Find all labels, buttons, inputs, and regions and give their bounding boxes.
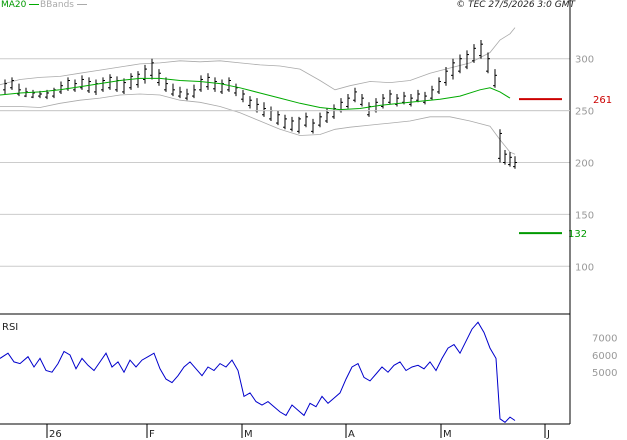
y-tick-label: 300 [575,55,594,66]
y-tick-label: 250 [575,107,594,118]
ma20-line [0,77,511,111]
chart-canvas: 261 132 100 150 200 250 300 5000 6000 7000 26 F M… [0,0,617,440]
y-tick-label: 200 [575,159,594,170]
rsi-line [0,321,516,423]
y-tick-label: 150 [575,210,594,221]
level-label-261: 261 [593,95,612,106]
rsi-y-tick-label: 6000 [592,351,617,362]
x-tick-label: M [443,429,452,440]
x-tick-label: F [149,429,155,440]
x-tick-label: M [244,429,253,440]
rsi-y-tick-label: 5000 [592,368,617,379]
rsi-y-tick-label: 7000 [592,334,617,345]
x-tick-label: 26 [49,429,62,440]
y-tick-label: 100 [575,262,594,273]
level-label-132: 132 [568,229,587,240]
x-tick-label: J [546,429,550,440]
x-tick-label: A [348,429,355,440]
indicator-label: RSI [2,322,18,333]
